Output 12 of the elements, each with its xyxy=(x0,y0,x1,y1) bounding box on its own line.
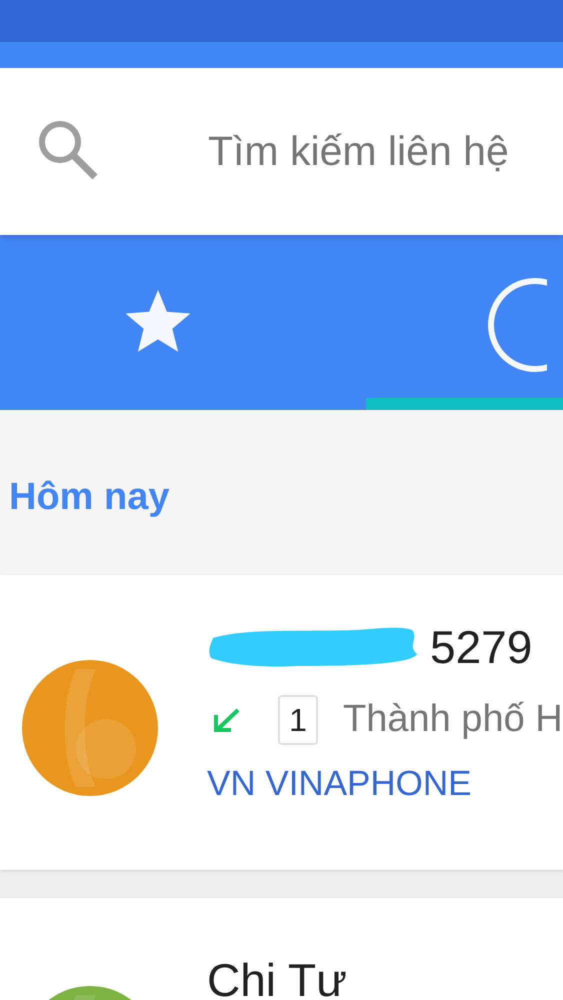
call-log-card[interactable]: 5279 1 Thành phố H VN VINAPHONE xyxy=(0,575,563,870)
clock-icon xyxy=(487,276,547,372)
call-log-card[interactable]: Chi Tư xyxy=(0,898,563,1000)
search-field[interactable]: Tìm kiếm liên hệ xyxy=(208,120,563,182)
section-heading: Hôm nay xyxy=(9,475,170,520)
incoming-call-icon xyxy=(212,706,242,732)
caller-name: Chi Tư xyxy=(207,957,347,1000)
sim-badge: 1 xyxy=(278,694,318,744)
caller-name: 5279 xyxy=(430,624,532,670)
search-bar[interactable]: Tìm kiếm liên hệ xyxy=(0,68,563,235)
location-text: Thành phố H xyxy=(343,697,563,742)
carrier-label: VN VINAPHONE xyxy=(207,763,472,805)
